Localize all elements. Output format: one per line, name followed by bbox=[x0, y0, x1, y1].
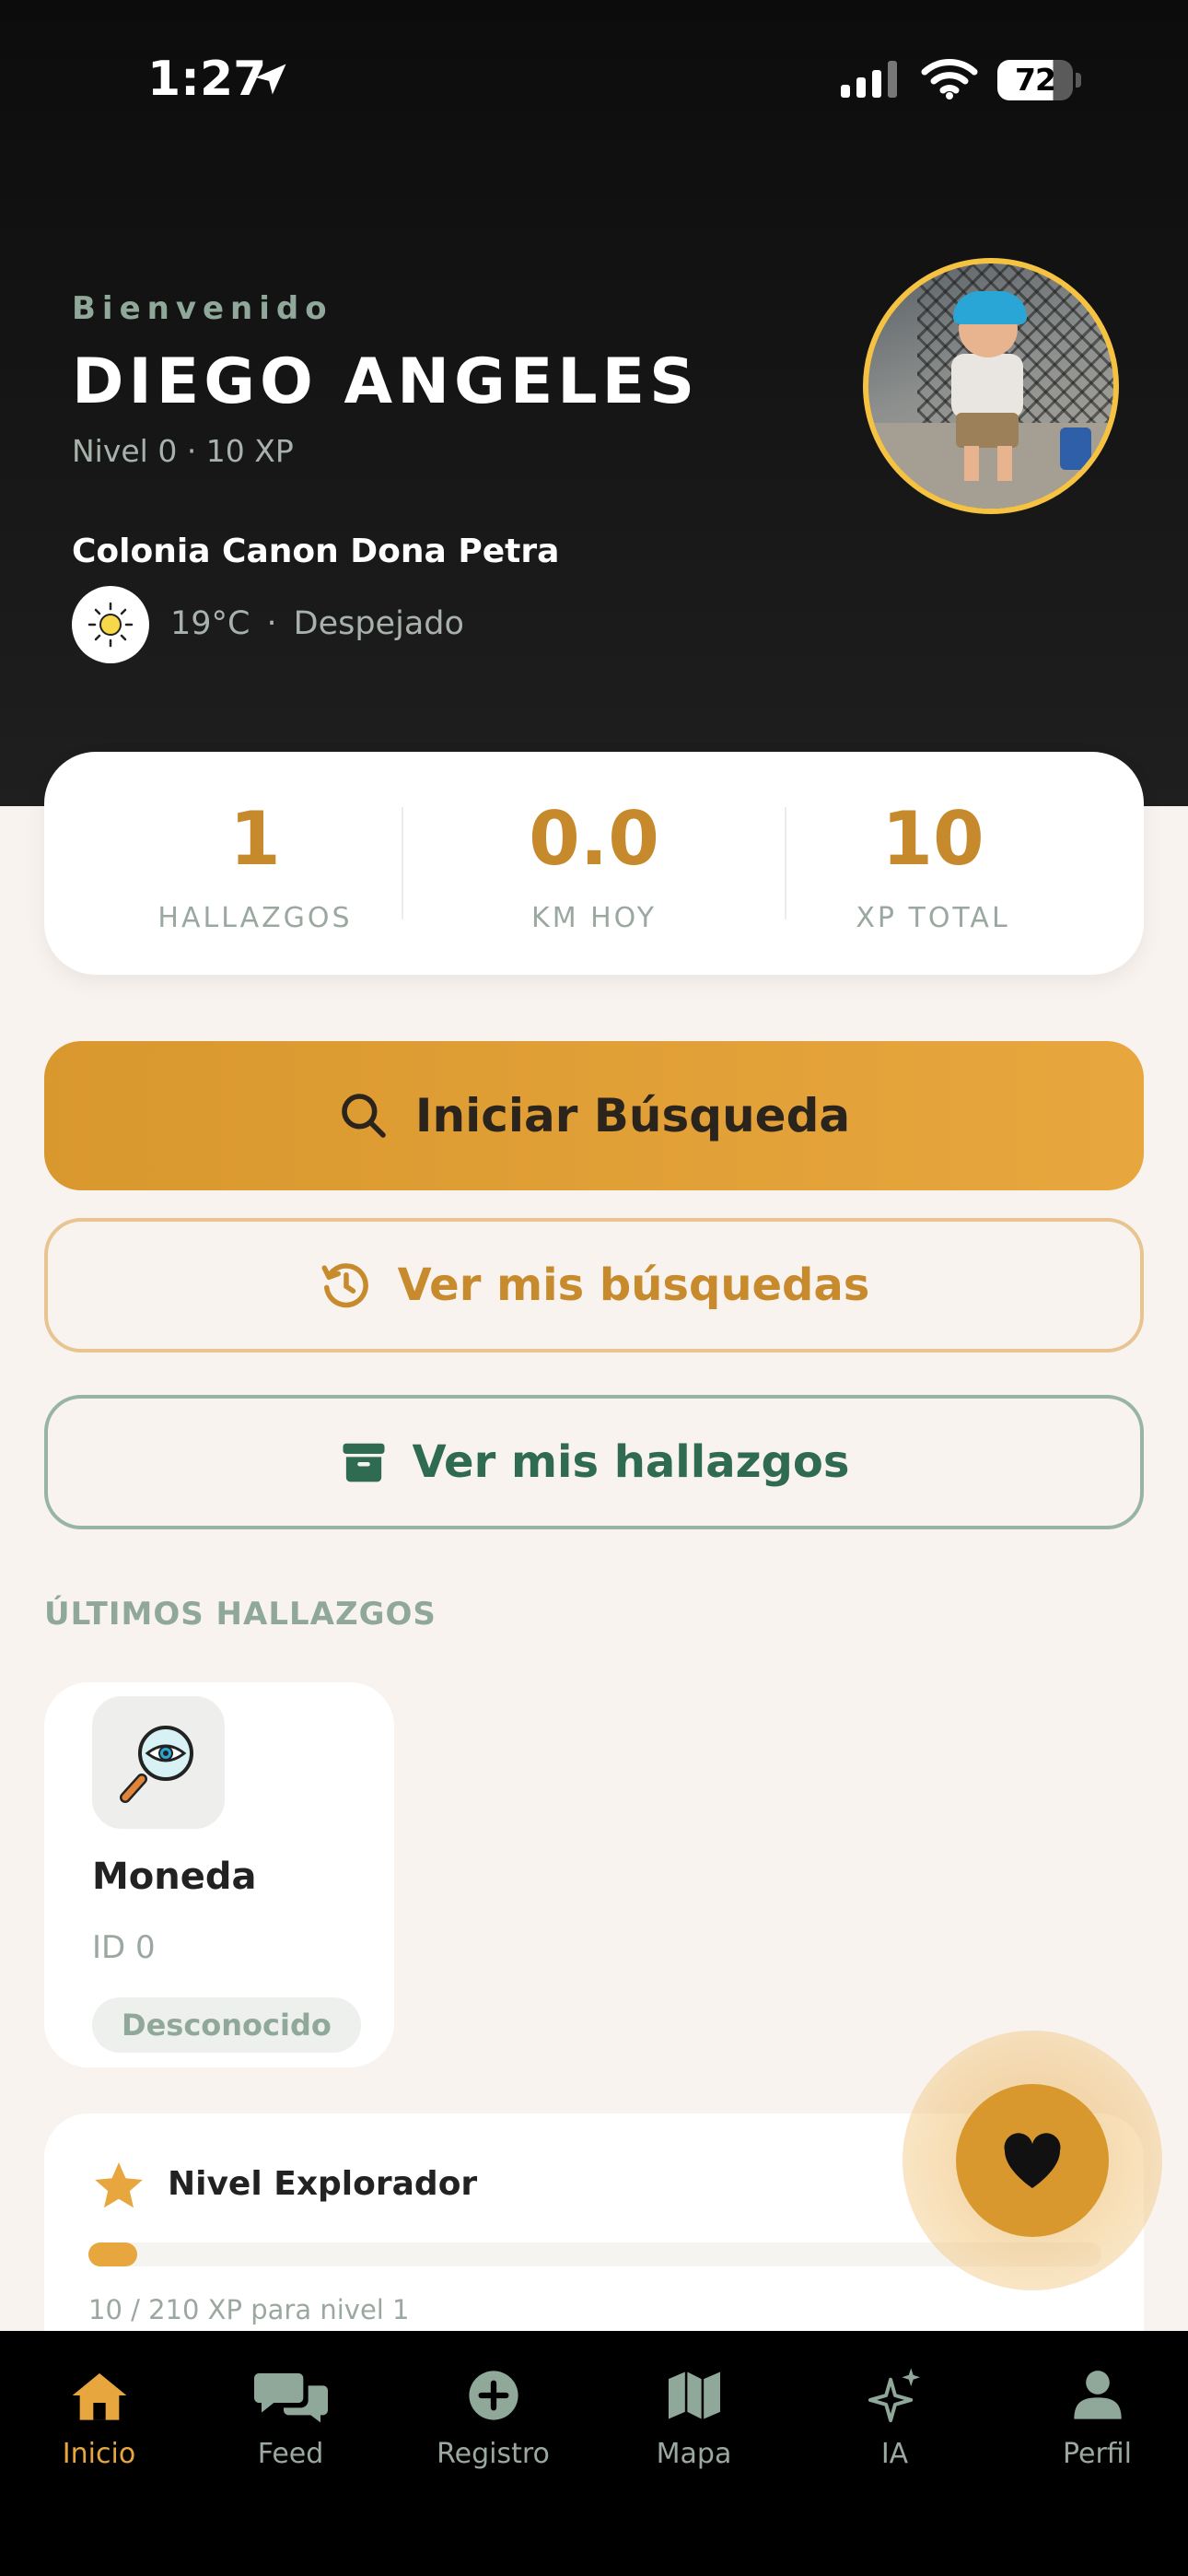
cellular-signal-icon bbox=[841, 61, 897, 98]
status-time: 1:27 bbox=[147, 52, 267, 107]
archive-box-icon bbox=[343, 1443, 385, 1482]
location-arrow-icon bbox=[255, 64, 286, 95]
search-icon bbox=[342, 1094, 386, 1138]
stat-xp-value: 10 bbox=[881, 796, 984, 882]
weather-temp: 19°C bbox=[170, 605, 250, 642]
home-icon bbox=[72, 2373, 126, 2420]
tab-mapa-label: Mapa bbox=[656, 2438, 732, 2470]
tab-feed-label: Feed bbox=[257, 2438, 324, 2470]
star-icon bbox=[95, 2162, 143, 2208]
heart-icon bbox=[1004, 2133, 1061, 2188]
tab-ia[interactable]: IA bbox=[796, 2331, 994, 2470]
weather-separator: · bbox=[266, 605, 277, 642]
weather-icon-circle bbox=[72, 586, 149, 663]
battery-indicator: 72 bbox=[997, 60, 1073, 100]
my-finds-button[interactable]: Ver mis hallazgos bbox=[44, 1395, 1144, 1529]
stat-km-today: 0.0 KM HOY bbox=[411, 752, 777, 975]
stat-km-label: KM HOY bbox=[531, 902, 657, 934]
chat-bubbles-icon bbox=[253, 2373, 328, 2423]
stat-xp-total: 10 XP TOTAL bbox=[750, 752, 1116, 975]
bottom-tab-bar: Inicio Feed Registro Mapa IA Perfil bbox=[0, 2331, 1188, 2576]
find-id: ID 0 bbox=[92, 1929, 156, 1966]
battery-tip bbox=[1076, 73, 1081, 88]
avatar-photo-figure bbox=[951, 354, 1023, 418]
tab-inicio[interactable]: Inicio bbox=[0, 2331, 198, 2470]
level-progress-text: 10 / 210 XP para nivel 1 bbox=[88, 2294, 410, 2325]
weather-condition: Despejado bbox=[293, 605, 464, 642]
stat-km-value: 0.0 bbox=[529, 796, 659, 882]
tab-inicio-label: Inicio bbox=[62, 2438, 136, 2470]
tab-perfil-label: Perfil bbox=[1062, 2438, 1133, 2470]
level-title: Nivel Explorador bbox=[168, 2165, 478, 2203]
history-icon bbox=[321, 1263, 368, 1308]
find-card[interactable]: Moneda ID 0 Desconocido bbox=[44, 1682, 394, 2067]
plus-circle-icon bbox=[468, 2371, 518, 2420]
find-name: Moneda bbox=[92, 1856, 257, 1898]
welcome-label: Bienvenido bbox=[72, 290, 333, 327]
stat-divider bbox=[402, 807, 403, 919]
stat-xp-label: XP TOTAL bbox=[856, 902, 1010, 934]
level-progress-fill bbox=[88, 2242, 137, 2266]
sparkles-icon bbox=[868, 2368, 920, 2423]
tab-feed[interactable]: Feed bbox=[192, 2331, 390, 2470]
find-status-badge: Desconocido bbox=[92, 1997, 361, 2053]
stats-card: 1 HALLAZGOS 0.0 KM HOY 10 XP TOTAL bbox=[44, 752, 1144, 975]
level-summary: Nivel 0 · 10 XP bbox=[72, 433, 294, 469]
tab-mapa[interactable]: Mapa bbox=[595, 2331, 793, 2470]
my-searches-button[interactable]: Ver mis búsquedas bbox=[44, 1218, 1144, 1352]
my-searches-label: Ver mis búsquedas bbox=[397, 1259, 870, 1311]
tab-registro-label: Registro bbox=[437, 2438, 550, 2470]
my-finds-label: Ver mis hallazgos bbox=[412, 1436, 850, 1488]
tab-registro[interactable]: Registro bbox=[394, 2331, 592, 2470]
start-search-button[interactable]: Iniciar Búsqueda bbox=[44, 1041, 1144, 1190]
start-search-label: Iniciar Búsqueda bbox=[414, 1089, 851, 1142]
find-icon-box bbox=[92, 1696, 225, 1829]
sun-icon bbox=[87, 602, 134, 648]
map-icon bbox=[668, 2371, 720, 2419]
wifi-icon bbox=[921, 59, 978, 100]
tab-perfil[interactable]: Perfil bbox=[998, 2331, 1188, 2470]
magnifier-eye-icon bbox=[120, 1726, 193, 1803]
weather-info: 19°C · Despejado bbox=[170, 605, 464, 642]
stat-finds-value: 1 bbox=[229, 796, 281, 882]
tab-ia-label: IA bbox=[880, 2438, 909, 2470]
person-icon bbox=[1073, 2371, 1122, 2419]
stat-finds: 1 HALLAZGOS bbox=[72, 752, 438, 975]
user-name: DIEGO ANGELES bbox=[72, 345, 700, 418]
avatar[interactable] bbox=[863, 258, 1119, 514]
favorite-fab-button[interactable] bbox=[956, 2084, 1109, 2237]
recent-finds-title: ÚLTIMOS HALLAZGOS bbox=[44, 1596, 437, 1633]
colonia-name: Colonia Canon Dona Petra bbox=[72, 533, 560, 570]
stat-finds-label: HALLAZGOS bbox=[157, 902, 353, 934]
